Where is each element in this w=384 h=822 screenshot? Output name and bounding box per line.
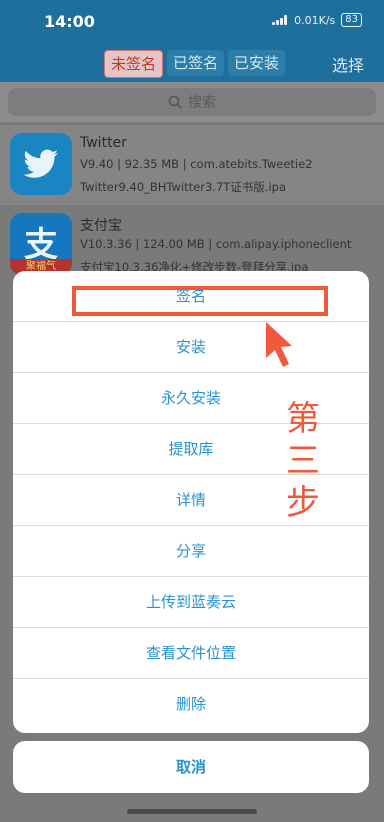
signal-icon — [272, 15, 288, 25]
view-file-location-button[interactable]: 查看文件位置 — [13, 628, 369, 679]
app-meta: V9.40 | 92.35 MB | com.atebits.Tweetie2 — [80, 157, 313, 171]
annotation-char: 第 — [286, 399, 320, 439]
search-input[interactable]: 搜索 — [8, 88, 376, 116]
status-indicators: 0.01K/s 83 — [272, 13, 362, 27]
cancel-button[interactable]: 取消 — [13, 741, 369, 793]
annotation-char: 步 — [286, 483, 320, 523]
install-button[interactable]: 安装 — [13, 322, 369, 373]
select-button[interactable]: 选择 — [332, 52, 364, 76]
step-annotation: 第 三 步 — [283, 398, 323, 524]
highlight-box — [72, 286, 328, 316]
search-placeholder: 搜索 — [188, 95, 216, 111]
home-indicator — [127, 809, 257, 814]
pointer-arrow-icon — [266, 322, 292, 367]
app-meta: V10.3.36 | 124.00 MB | com.alipay.iphone… — [80, 237, 352, 251]
app-name: Twitter — [80, 135, 127, 151]
network-speed: 0.01K/s — [294, 13, 336, 27]
tab-installed[interactable]: 已安装 — [228, 50, 286, 76]
share-button[interactable]: 分享 — [13, 526, 369, 577]
alipay-icon: 支 聚福气 — [10, 213, 72, 275]
annotation-char: 三 — [286, 441, 320, 481]
upload-lanzou-button[interactable]: 上传到蓝奏云 — [13, 577, 369, 628]
status-bar: 14:00 0.01K/s 83 — [0, 0, 384, 44]
tab-signed[interactable]: 已签名 — [167, 50, 225, 76]
list-item[interactable]: Twitter V9.40 | 92.35 MB | com.atebits.T… — [0, 125, 384, 205]
search-icon — [168, 95, 182, 109]
segmented-control: 未签名 已签名 已安装 — [104, 50, 286, 78]
nav-bar: 未签名 已签名 已安装 选择 — [0, 44, 384, 82]
twitter-bird-icon — [10, 133, 72, 195]
app-name: 支付宝 — [80, 218, 122, 234]
delete-button[interactable]: 删除 — [13, 679, 369, 730]
app-filename: Twitter9.40_BHTwitter3.7T证书版.ipa — [80, 180, 286, 194]
search-bar: 搜索 — [0, 82, 384, 122]
battery-icon: 83 — [341, 13, 362, 27]
tab-unsigned[interactable]: 未签名 — [104, 50, 164, 78]
status-time: 14:00 — [44, 12, 95, 31]
